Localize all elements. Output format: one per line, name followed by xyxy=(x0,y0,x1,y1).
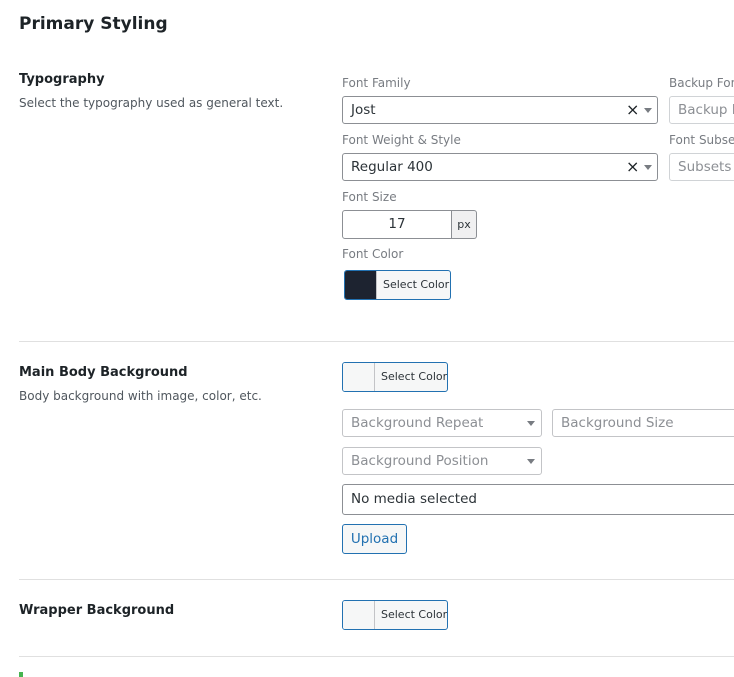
clear-icon[interactable]: × xyxy=(626,97,639,123)
font-size-label: Font Size xyxy=(342,190,397,204)
font-color-label: Font Color xyxy=(342,247,404,261)
backup-font-input[interactable]: Backup F xyxy=(669,96,734,124)
upload-button[interactable]: Upload xyxy=(342,524,407,554)
background-position-placeholder: Background Position xyxy=(351,453,489,469)
section-divider xyxy=(19,656,734,657)
section-divider xyxy=(19,341,734,342)
background-repeat-placeholder: Background Repeat xyxy=(351,415,484,431)
chevron-down-icon xyxy=(527,459,535,464)
font-size-unit: px xyxy=(452,210,477,239)
select-color-label: Select Color xyxy=(381,370,448,383)
background-position-select[interactable]: Background Position xyxy=(342,447,542,475)
section-divider xyxy=(19,579,734,580)
body-background-color-button[interactable]: Select Color xyxy=(342,362,448,392)
chevron-down-icon xyxy=(644,165,652,170)
clear-icon[interactable]: × xyxy=(626,154,639,180)
font-color-picker-button[interactable]: Select Color xyxy=(344,270,451,300)
background-size-select[interactable]: Background Size xyxy=(552,409,734,437)
font-family-label: Font Family xyxy=(342,76,411,90)
font-family-select[interactable]: Jost × xyxy=(342,96,658,124)
font-weight-label: Font Weight & Style xyxy=(342,133,461,147)
font-size-input[interactable]: 17 xyxy=(342,210,452,239)
font-weight-select[interactable]: Regular 400 × xyxy=(342,153,658,181)
main-body-background-description: Body background with image, color, etc. xyxy=(19,389,262,403)
select-color-label: Select Color xyxy=(383,278,450,291)
font-subsets-placeholder: Subsets xyxy=(678,159,732,175)
chevron-down-icon xyxy=(527,421,535,426)
media-url-field[interactable]: No media selected xyxy=(342,484,734,515)
backup-font-placeholder: Backup F xyxy=(678,102,734,118)
typography-title: Typography xyxy=(19,72,105,87)
typography-description: Select the typography used as general te… xyxy=(19,96,284,110)
wrapper-background-title: Wrapper Background xyxy=(19,603,175,618)
font-subsets-input[interactable]: Subsets xyxy=(669,153,734,181)
main-body-background-title: Main Body Background xyxy=(19,365,188,380)
chevron-down-icon xyxy=(644,108,652,113)
page-title: Primary Styling xyxy=(19,14,168,34)
select-color-label: Select Color xyxy=(381,608,448,621)
font-subsets-label: Font Subsets xyxy=(669,133,734,147)
font-weight-value: Regular 400 xyxy=(351,159,433,175)
color-swatch xyxy=(345,271,377,299)
wrapper-background-color-button[interactable]: Select Color xyxy=(342,600,448,630)
color-swatch xyxy=(343,363,375,391)
backup-font-label: Backup Font xyxy=(669,76,734,90)
background-repeat-select[interactable]: Background Repeat xyxy=(342,409,542,437)
color-swatch xyxy=(343,601,375,629)
media-status: No media selected xyxy=(351,491,477,507)
font-family-value: Jost xyxy=(351,102,376,118)
background-size-placeholder: Background Size xyxy=(561,415,674,431)
status-indicator xyxy=(19,672,23,677)
